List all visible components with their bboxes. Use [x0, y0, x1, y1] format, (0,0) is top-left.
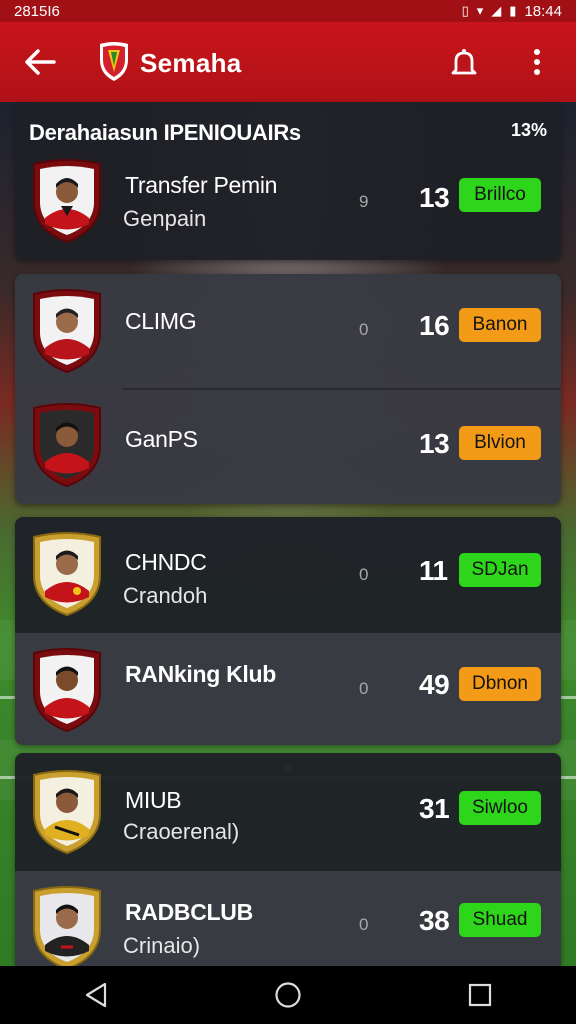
player-avatar	[31, 769, 103, 855]
player-name: RANking Klub	[125, 661, 276, 687]
status-bar: 2815I6 ▯ ▾ ◢ ▮ 18:44	[0, 0, 576, 22]
player-avatar	[31, 288, 103, 374]
ranking-card-3: CHNDC Crandoh 0 11 SDJan RANking Klub 0 …	[15, 517, 561, 745]
ranking-card-2: CLIMG 0 16 Banon GanPS 13 Blvion	[15, 274, 561, 504]
status-badge[interactable]: Brillco	[459, 178, 541, 212]
more-vert-icon	[534, 49, 540, 75]
app-bar: Semaha	[0, 22, 576, 102]
player-zero: 0	[359, 679, 369, 698]
status-badge[interactable]: Dbnon	[459, 667, 541, 701]
player-zero: 0	[359, 320, 369, 339]
list-item[interactable]: RANking Klub 0 49 Dbnon	[15, 633, 561, 745]
club-shield-logo	[98, 40, 130, 82]
app-title: Semaha	[140, 48, 242, 78]
player-sub: Crinaio)	[123, 933, 201, 958]
status-badge[interactable]: SDJan	[459, 553, 541, 587]
player-name: CHNDC	[125, 549, 207, 575]
list-item[interactable]: CLIMG 0 16 Banon	[15, 274, 561, 388]
status-time-left: 2815I6	[14, 2, 60, 20]
player-avatar	[31, 158, 103, 244]
nav-recents-button[interactable]	[450, 970, 510, 1020]
notifications-button[interactable]	[444, 44, 484, 80]
percent-label: 13%	[510, 120, 547, 140]
player-score: 38	[419, 905, 450, 936]
triangle-back-icon	[85, 982, 107, 1008]
player-name: CLIMG	[125, 308, 197, 334]
player-sub: Craoerenal)	[123, 819, 240, 844]
status-badge[interactable]: Blvion	[459, 426, 541, 460]
list-item[interactable]: MIUB Craoerenal) 31 Siwloo	[15, 753, 561, 871]
section-title: Derahaiasun IPENIOUAIRs	[29, 120, 301, 145]
vibrate-icon: ▯	[461, 3, 469, 18]
player-score: 11	[419, 555, 448, 586]
status-badge[interactable]: Shuad	[459, 903, 541, 937]
battery-icon: ▮	[509, 3, 517, 18]
ranking-card-4: MIUB Craoerenal) 31 Siwloo RADBCLUB Crin…	[15, 753, 561, 966]
nav-back-button[interactable]	[66, 970, 126, 1020]
back-button[interactable]	[20, 44, 60, 80]
player-score: 49	[419, 669, 450, 700]
player-score: 31	[419, 793, 450, 824]
player-score: 13	[419, 428, 450, 459]
player-name: GanPS	[125, 426, 198, 452]
player-zero: 9	[359, 192, 369, 211]
square-recents-icon	[468, 983, 492, 1007]
player-name: RADBCLUB	[125, 899, 253, 925]
bell-icon	[451, 49, 477, 75]
player-name: MIUB	[125, 787, 182, 813]
nav-home-button[interactable]	[258, 970, 318, 1020]
player-sub: Genpain	[123, 206, 207, 231]
player-score: 13	[419, 182, 450, 213]
player-name: Transfer Pemin	[125, 172, 278, 198]
list-item[interactable]: Transfer Pemin Genpain 9 13 Brillco	[15, 152, 561, 260]
player-avatar	[31, 647, 103, 733]
list-item[interactable]: RADBCLUB Crinaio) 0 38 Shuad	[15, 871, 561, 966]
status-badge[interactable]: Siwloo	[459, 791, 541, 825]
player-zero: 0	[359, 565, 369, 584]
player-avatar	[31, 402, 103, 488]
status-time-right: 18:44	[524, 2, 562, 20]
ranking-header-card: Derahaiasun IPENIOUAIRs 13% Transfer Pem…	[15, 102, 561, 260]
player-zero: 0	[359, 915, 369, 934]
signal-icon: ◢	[491, 3, 502, 18]
system-nav-bar	[0, 966, 576, 1024]
list-item[interactable]: GanPS 13 Blvion	[15, 390, 561, 504]
player-sub: Crandoh	[123, 583, 208, 608]
wifi-icon: ▾	[476, 3, 484, 18]
player-avatar	[31, 531, 103, 617]
player-score: 16	[419, 310, 450, 341]
circle-home-icon	[275, 982, 301, 1008]
more-menu-button[interactable]	[522, 44, 552, 80]
player-avatar	[31, 885, 103, 966]
arrow-left-icon	[25, 49, 56, 75]
list-item[interactable]: CHNDC Crandoh 0 11 SDJan	[15, 517, 561, 633]
status-badge[interactable]: Banon	[459, 308, 541, 342]
